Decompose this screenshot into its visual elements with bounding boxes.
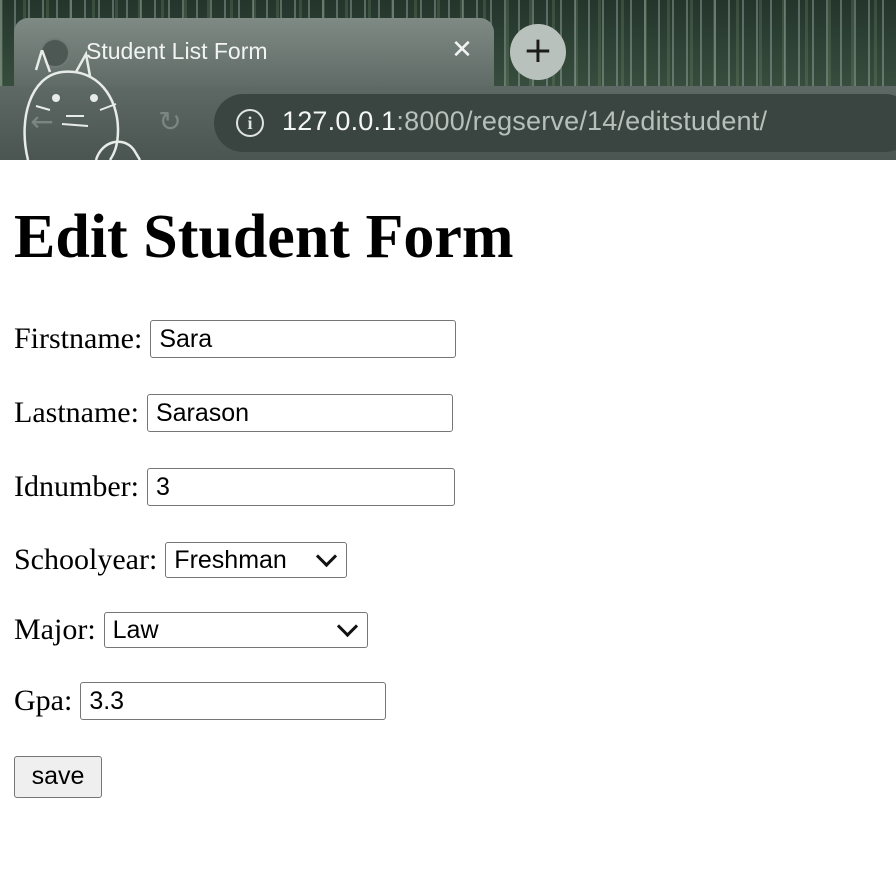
url-path: :8000/regserve/14/editstudent/ <box>396 106 768 136</box>
lastname-row: Lastname: <box>14 394 453 432</box>
schoolyear-selected-value: Freshman <box>174 545 287 574</box>
major-select[interactable]: Law <box>103 612 368 648</box>
schoolyear-select[interactable]: Freshman <box>165 542 348 578</box>
firstname-row: Firstname: <box>14 320 457 358</box>
major-row: Major: Law <box>14 612 368 648</box>
firstname-label: Firstname: <box>14 322 143 355</box>
lastname-input[interactable] <box>146 394 453 432</box>
address-bar[interactable]: i 127.0.0.1:8000/regserve/14/editstudent… <box>214 94 896 152</box>
gpa-row: Gpa: <box>14 682 387 720</box>
firstname-input[interactable] <box>150 320 457 358</box>
idnumber-label: Idnumber: <box>14 470 139 503</box>
close-icon[interactable]: ✕ <box>448 34 476 66</box>
idnumber-row: Idnumber: <box>14 468 455 506</box>
major-label: Major: <box>14 613 96 646</box>
page-title: Edit Student Form <box>14 203 514 271</box>
back-arrow-icon[interactable]: ← <box>24 104 60 140</box>
chevron-down-icon <box>316 545 338 567</box>
schoolyear-row: Schoolyear: Freshman <box>14 542 348 578</box>
info-icon[interactable]: i <box>236 109 264 137</box>
url-text: 127.0.0.1:8000/regserve/14/editstudent/ <box>282 106 767 137</box>
idnumber-input[interactable] <box>146 468 455 506</box>
chevron-down-icon <box>336 615 358 637</box>
gpa-label: Gpa: <box>14 684 73 717</box>
schoolyear-label: Schoolyear: <box>14 543 158 576</box>
reload-icon[interactable]: ↻ <box>152 104 188 140</box>
new-tab-button[interactable]: + <box>510 24 566 80</box>
url-host: 127.0.0.1 <box>282 106 397 136</box>
browser-chrome: Student List Form ✕ + ← ↻ i 127.0.0.1:80… <box>0 0 896 160</box>
major-selected-value: Law <box>112 615 159 644</box>
save-button[interactable]: save <box>14 756 102 798</box>
gpa-input[interactable] <box>80 682 387 720</box>
plus-icon: + <box>522 30 554 71</box>
lastname-label: Lastname: <box>14 396 139 429</box>
